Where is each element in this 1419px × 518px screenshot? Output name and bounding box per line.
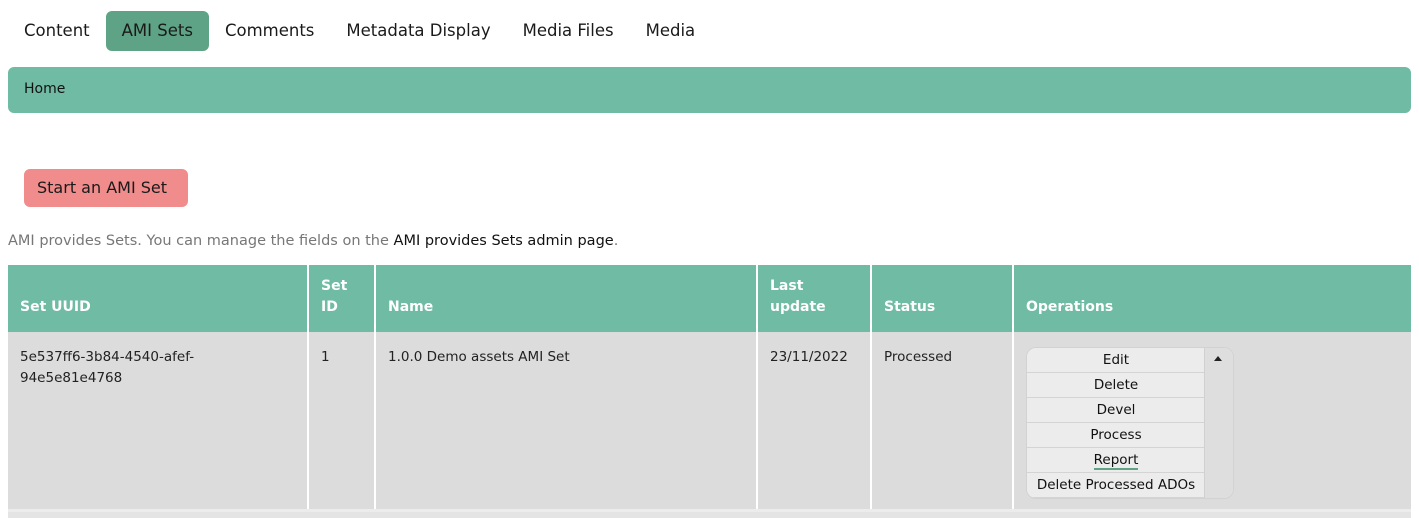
table-row: 5e537ff6-3b84-4540-afef- 94e5e81e4768 1 1…	[8, 332, 1411, 512]
edit-operation[interactable]: Edit	[1027, 348, 1205, 373]
admin-page-link[interactable]: AMI provides Sets admin page	[394, 233, 614, 249]
cell-last-update: 23/11/2022	[757, 332, 872, 512]
column-header-operations: Operations	[1013, 265, 1411, 332]
cell-status: Processed	[871, 332, 1014, 512]
process-operation[interactable]: Process	[1027, 423, 1205, 448]
tab-comments[interactable]: Comments	[209, 11, 330, 51]
table-header-row: Set UUID Set ID Name Last update Status Op…	[8, 265, 1411, 332]
tab-media-files[interactable]: Media Files	[507, 11, 630, 51]
tab-metadata-display[interactable]: Metadata Display	[330, 11, 506, 51]
column-header-name[interactable]: Name	[375, 265, 758, 332]
devel-operation[interactable]: Devel	[1027, 398, 1205, 423]
operations-dropbutton: Edit Delete Devel Process Report Delete …	[1026, 347, 1234, 499]
cell-set-id: 1	[308, 332, 376, 512]
column-header-set-id[interactable]: Set ID	[308, 265, 376, 332]
delete-operation[interactable]: Delete	[1027, 373, 1205, 398]
description-text: AMI provides Sets. You can manage the fi…	[8, 233, 618, 249]
tab-ami-sets[interactable]: AMI Sets	[105, 11, 209, 51]
tab-content[interactable]: Content	[8, 11, 106, 51]
start-ami-set-button[interactable]: Start an AMI Set	[24, 169, 188, 207]
description-suffix: .	[613, 233, 619, 249]
breadcrumb: Home	[8, 67, 1411, 113]
report-operation[interactable]: Report	[1027, 448, 1205, 473]
column-header-last-update[interactable]: Last update	[757, 265, 872, 332]
ami-sets-table: Set UUID Set ID Name Last update Status Op…	[8, 265, 1411, 512]
breadcrumb-home-link[interactable]: Home	[24, 81, 65, 97]
cell-uuid: 5e537ff6-3b84-4540-afef- 94e5e81e4768	[8, 332, 309, 512]
cell-name: 1.0.0 Demo assets AMI Set	[375, 332, 758, 512]
column-header-status[interactable]: Status	[871, 265, 1014, 332]
cell-operations: Edit Delete Devel Process Report Delete …	[1013, 332, 1411, 512]
description-prefix: AMI provides Sets. You can manage the fi…	[8, 233, 394, 249]
tab-media[interactable]: Media	[630, 11, 712, 51]
table-row-partial	[8, 512, 1411, 518]
operations-toggle[interactable]	[1204, 348, 1233, 498]
primary-tabs: Content AMI Sets Comments Metadata Displ…	[8, 11, 711, 51]
column-header-uuid[interactable]: Set UUID	[8, 265, 309, 332]
delete-processed-ados-operation[interactable]: Delete Processed ADOs	[1027, 473, 1205, 498]
caret-up-icon	[1214, 356, 1222, 361]
